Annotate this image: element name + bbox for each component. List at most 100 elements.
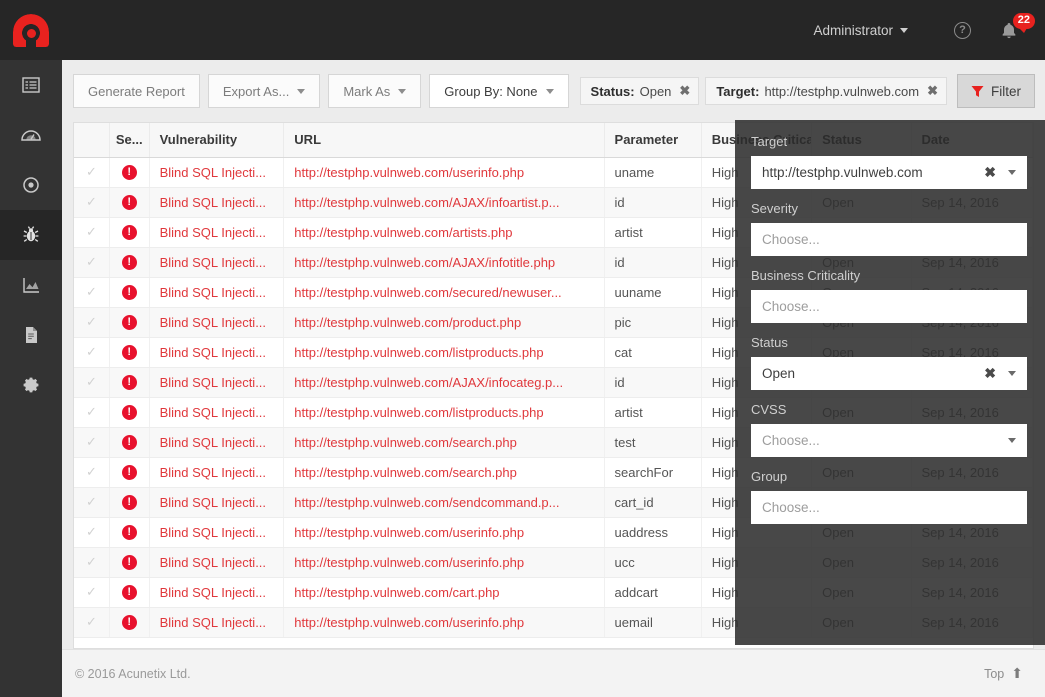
row-select-checkbox[interactable]: ✓ <box>74 187 110 218</box>
url-link[interactable]: http://testphp.vulnweb.com/artists.php <box>294 225 512 240</box>
sidebar-item-scans[interactable] <box>0 60 62 110</box>
row-select-checkbox[interactable]: ✓ <box>74 217 110 248</box>
row-select-checkbox[interactable]: ✓ <box>74 277 110 308</box>
sidebar-item-reports[interactable] <box>0 260 62 310</box>
vulnerability-link[interactable]: Blind SQL Injecti... <box>160 465 266 480</box>
row-select-checkbox[interactable]: ✓ <box>74 607 110 638</box>
row-vulnerability[interactable]: Blind SQL Injecti... <box>149 307 285 338</box>
vulnerability-link[interactable]: Blind SQL Injecti... <box>160 345 266 360</box>
row-url[interactable]: http://testphp.vulnweb.com/userinfo.php <box>283 157 605 188</box>
group-by-button[interactable]: Group By: None <box>429 74 569 108</box>
row-select-checkbox[interactable]: ✓ <box>74 337 110 368</box>
row-select-checkbox[interactable]: ✓ <box>74 397 110 428</box>
url-link[interactable]: http://testphp.vulnweb.com/listproducts.… <box>294 345 543 360</box>
vulnerability-link[interactable]: Blind SQL Injecti... <box>160 585 266 600</box>
notifications-button[interactable]: 22 <box>997 13 1035 47</box>
sidebar-item-settings[interactable] <box>0 360 62 410</box>
row-url[interactable]: http://testphp.vulnweb.com/secured/newus… <box>283 277 605 308</box>
url-link[interactable]: http://testphp.vulnweb.com/AJAX/infotitl… <box>294 255 555 270</box>
row-url[interactable]: http://testphp.vulnweb.com/userinfo.php <box>283 607 605 638</box>
filter-cvss-field[interactable]: Choose... <box>751 424 1027 457</box>
sidebar-item-documents[interactable] <box>0 310 62 360</box>
chip-target-close-icon[interactable]: ✖ <box>927 83 938 99</box>
url-link[interactable]: http://testphp.vulnweb.com/AJAX/infocate… <box>294 375 563 390</box>
generate-report-button[interactable]: Generate Report <box>73 74 200 108</box>
row-url[interactable]: http://testphp.vulnweb.com/search.php <box>283 457 605 488</box>
column-header-severity[interactable]: Se... <box>109 123 150 158</box>
acunetix-logo-icon[interactable] <box>13 13 49 47</box>
vulnerability-link[interactable]: Blind SQL Injecti... <box>160 615 266 630</box>
url-link[interactable]: http://testphp.vulnweb.com/product.php <box>294 315 521 330</box>
vulnerability-link[interactable]: Blind SQL Injecti... <box>160 255 266 270</box>
url-link[interactable]: http://testphp.vulnweb.com/listproducts.… <box>294 405 543 420</box>
filter-bcrit-field[interactable]: Choose... <box>751 290 1027 323</box>
vulnerability-link[interactable]: Blind SQL Injecti... <box>160 555 266 570</box>
sidebar-item-vulnerabilities[interactable] <box>0 210 62 260</box>
chevron-down-icon[interactable] <box>1008 170 1016 175</box>
column-header-select[interactable] <box>74 123 110 158</box>
row-vulnerability[interactable]: Blind SQL Injecti... <box>149 487 285 518</box>
row-vulnerability[interactable]: Blind SQL Injecti... <box>149 577 285 608</box>
row-vulnerability[interactable]: Blind SQL Injecti... <box>149 157 285 188</box>
sidebar-item-targets[interactable] <box>0 160 62 210</box>
sidebar-item-dashboard[interactable] <box>0 110 62 160</box>
row-url[interactable]: http://testphp.vulnweb.com/AJAX/infotitl… <box>283 247 605 278</box>
row-vulnerability[interactable]: Blind SQL Injecti... <box>149 607 285 638</box>
url-link[interactable]: http://testphp.vulnweb.com/sendcommand.p… <box>294 495 559 510</box>
vulnerability-link[interactable]: Blind SQL Injecti... <box>160 375 266 390</box>
row-select-checkbox[interactable]: ✓ <box>74 367 110 398</box>
column-header-vulnerability[interactable]: Vulnerability <box>149 123 285 158</box>
url-link[interactable]: http://testphp.vulnweb.com/userinfo.php <box>294 555 524 570</box>
row-url[interactable]: http://testphp.vulnweb.com/product.php <box>283 307 605 338</box>
row-vulnerability[interactable]: Blind SQL Injecti... <box>149 247 285 278</box>
row-url[interactable]: http://testphp.vulnweb.com/userinfo.php <box>283 547 605 578</box>
row-select-checkbox[interactable]: ✓ <box>74 157 110 188</box>
url-link[interactable]: http://testphp.vulnweb.com/search.php <box>294 435 517 450</box>
row-url[interactable]: http://testphp.vulnweb.com/listproducts.… <box>283 337 605 368</box>
filter-target-field[interactable]: http://testphp.vulnweb.com ✖ <box>751 156 1027 189</box>
row-vulnerability[interactable]: Blind SQL Injecti... <box>149 547 285 578</box>
column-header-parameter[interactable]: Parameter <box>604 123 702 158</box>
administrator-menu[interactable]: Administrator <box>803 17 918 44</box>
vulnerability-link[interactable]: Blind SQL Injecti... <box>160 285 266 300</box>
row-select-checkbox[interactable]: ✓ <box>74 487 110 518</box>
row-url[interactable]: http://testphp.vulnweb.com/userinfo.php <box>283 517 605 548</box>
row-url[interactable]: http://testphp.vulnweb.com/cart.php <box>283 577 605 608</box>
vulnerability-link[interactable]: Blind SQL Injecti... <box>160 225 266 240</box>
url-link[interactable]: http://testphp.vulnweb.com/userinfo.php <box>294 165 524 180</box>
filter-group-field[interactable]: Choose... <box>751 491 1027 524</box>
chevron-down-icon[interactable] <box>1008 438 1016 443</box>
row-select-checkbox[interactable]: ✓ <box>74 547 110 578</box>
row-url[interactable]: http://testphp.vulnweb.com/search.php <box>283 427 605 458</box>
filter-status-clear-icon[interactable]: ✖ <box>984 365 996 382</box>
row-vulnerability[interactable]: Blind SQL Injecti... <box>149 217 285 248</box>
chip-status-close-icon[interactable]: ✖ <box>679 83 690 99</box>
vulnerability-link[interactable]: Blind SQL Injecti... <box>160 525 266 540</box>
chip-target[interactable]: Target: http://testphp.vulnweb.com ✖ <box>705 77 947 105</box>
column-header-url[interactable]: URL <box>283 123 605 158</box>
row-select-checkbox[interactable]: ✓ <box>74 577 110 608</box>
row-select-checkbox[interactable]: ✓ <box>74 307 110 338</box>
vulnerability-link[interactable]: Blind SQL Injecti... <box>160 165 266 180</box>
row-url[interactable]: http://testphp.vulnweb.com/sendcommand.p… <box>283 487 605 518</box>
url-link[interactable]: http://testphp.vulnweb.com/AJAX/infoarti… <box>294 195 559 210</box>
filter-button[interactable]: Filter <box>957 74 1035 108</box>
vulnerability-link[interactable]: Blind SQL Injecti... <box>160 435 266 450</box>
url-link[interactable]: http://testphp.vulnweb.com/cart.php <box>294 585 499 600</box>
chip-status[interactable]: Status: Open ✖ <box>579 77 700 105</box>
row-url[interactable]: http://testphp.vulnweb.com/artists.php <box>283 217 605 248</box>
chevron-down-icon[interactable] <box>1008 371 1016 376</box>
vulnerability-link[interactable]: Blind SQL Injecti... <box>160 405 266 420</box>
row-select-checkbox[interactable]: ✓ <box>74 427 110 458</box>
vulnerability-link[interactable]: Blind SQL Injecti... <box>160 195 266 210</box>
url-link[interactable]: http://testphp.vulnweb.com/secured/newus… <box>294 285 561 300</box>
row-vulnerability[interactable]: Blind SQL Injecti... <box>149 337 285 368</box>
url-link[interactable]: http://testphp.vulnweb.com/search.php <box>294 465 517 480</box>
row-select-checkbox[interactable]: ✓ <box>74 457 110 488</box>
row-url[interactable]: http://testphp.vulnweb.com/AJAX/infoarti… <box>283 187 605 218</box>
row-select-checkbox[interactable]: ✓ <box>74 517 110 548</box>
back-to-top-link[interactable]: Top ⬆ <box>984 665 1023 682</box>
row-vulnerability[interactable]: Blind SQL Injecti... <box>149 367 285 398</box>
filter-severity-field[interactable]: Choose... <box>751 223 1027 256</box>
mark-as-button[interactable]: Mark As <box>328 74 422 108</box>
